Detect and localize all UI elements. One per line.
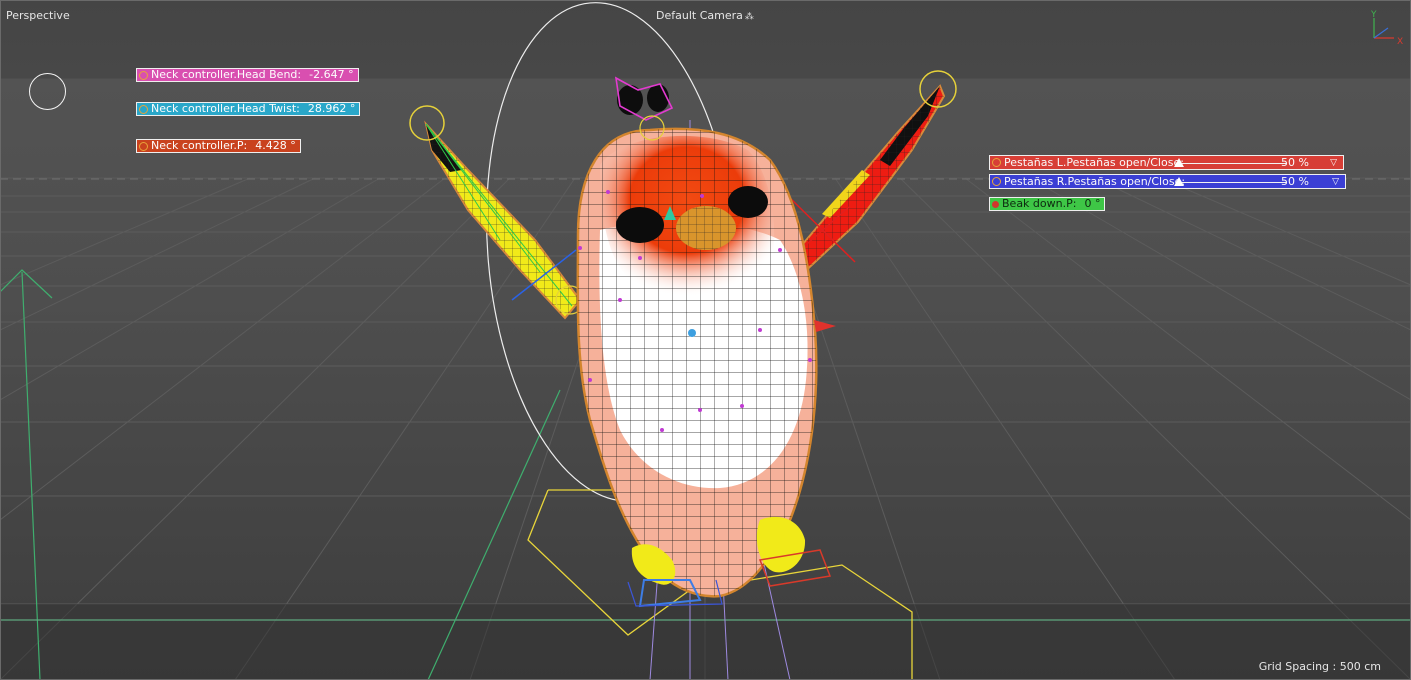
- hud-value[interactable]: 4.428 °: [255, 139, 296, 153]
- pivot-point: [688, 329, 696, 337]
- right-wing: [784, 70, 957, 278]
- slider-track[interactable]: [1176, 182, 1286, 183]
- slider-track[interactable]: [1176, 163, 1286, 164]
- camera-name: Default Camera: [656, 9, 743, 22]
- axis-indicator: Y X: [1370, 10, 1403, 47]
- grid-spacing-label: Grid Spacing : 500 cm: [1258, 660, 1381, 673]
- hud-dot-icon: [139, 141, 148, 151]
- camera-name-label[interactable]: Default Camera ⁂: [656, 9, 754, 22]
- hud-lashes-right-slider[interactable]: Pestañas R.Pestañas open/Close: 50 % ▽: [989, 174, 1346, 189]
- hud-label: Neck controller.Head Twist:: [151, 102, 300, 115]
- hud-label: Beak down.P:: [1002, 197, 1077, 210]
- hud-head-twist[interactable]: Neck controller.Head Twist: 28.962 °: [136, 102, 361, 116]
- hud-neck-p[interactable]: Neck controller.P: 4.428 °: [136, 139, 301, 153]
- slider-value: 50 %: [1281, 156, 1309, 169]
- hud-value[interactable]: -2.647 °: [309, 68, 353, 82]
- navigation-circle-widget[interactable]: [29, 73, 66, 110]
- view-name-label[interactable]: Perspective: [6, 9, 70, 22]
- hud-dot-icon: [139, 104, 148, 114]
- slider-thumb[interactable]: [1174, 158, 1184, 167]
- hud-label: Pestañas L.Pestañas open/Close:: [1004, 156, 1184, 169]
- hud-dot-icon: [992, 200, 999, 208]
- camera-dots-icon: ⁂: [744, 12, 754, 22]
- hud-dot-icon: [992, 177, 1001, 186]
- hud-label: Neck controller.P:: [151, 139, 248, 152]
- axis-y-label: Y: [1370, 10, 1377, 20]
- hud-beak-down[interactable]: Beak down.P: 0 °: [989, 197, 1106, 211]
- hud-lashes-left-slider[interactable]: Pestañas L.Pestañas open/Close: 50 % ▽: [989, 155, 1344, 170]
- slider-thumb[interactable]: [1174, 177, 1184, 186]
- hud-head-bend[interactable]: Neck controller.Head Bend: -2.647 °: [136, 68, 359, 82]
- slider-value: 50 %: [1281, 175, 1309, 188]
- chevron-down-icon[interactable]: ▽: [1332, 176, 1339, 188]
- axis-x-label: X: [1397, 37, 1403, 47]
- hud-label: Pestañas R.Pestañas open/Close:: [1004, 175, 1186, 188]
- 3d-viewport[interactable]: Y X Perspective Default Camera ⁂ Grid Spa…: [0, 0, 1411, 680]
- hud-dot-icon: [139, 70, 148, 80]
- hud-value[interactable]: 28.962 °: [308, 102, 356, 116]
- right-eye: [728, 186, 768, 218]
- hud-dot-icon: [992, 158, 1001, 167]
- floor-shadow: [0, 604, 1411, 680]
- character-body: [576, 76, 832, 608]
- hud-label: Neck controller.Head Bend:: [151, 68, 302, 81]
- hud-value[interactable]: 0 °: [1084, 197, 1100, 211]
- left-eye: [616, 207, 664, 243]
- chevron-down-icon[interactable]: ▽: [1330, 157, 1337, 169]
